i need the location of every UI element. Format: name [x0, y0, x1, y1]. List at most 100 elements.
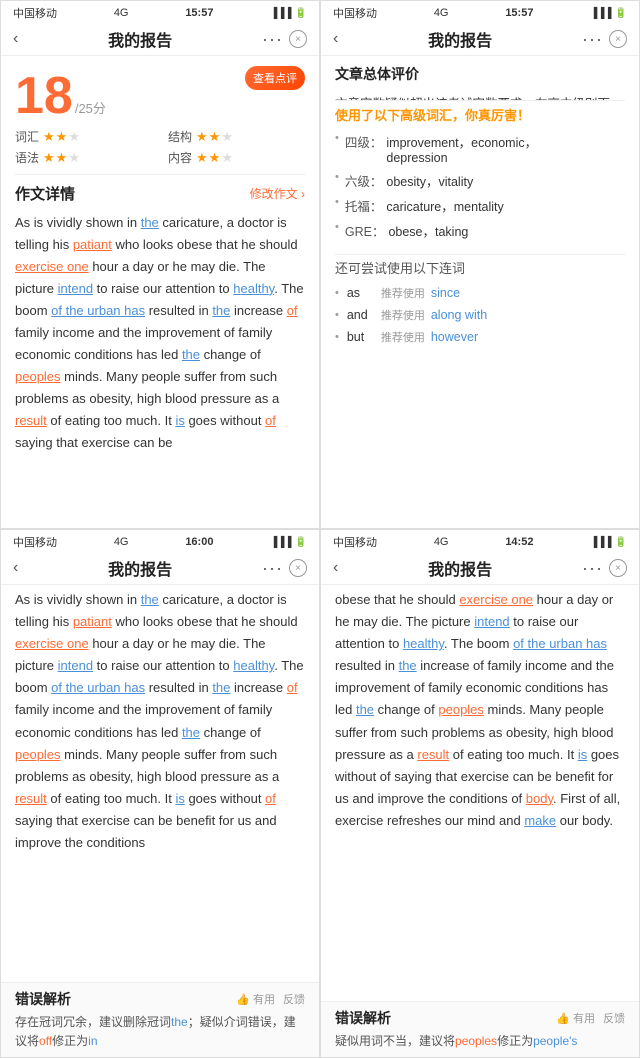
close-button-tl[interactable]: × [289, 30, 307, 48]
nav-left-bl: ‹ [13, 559, 18, 577]
essay-bl-13: goes without [185, 791, 265, 806]
bullet-icon-but: • [335, 331, 339, 343]
error-highlight-the-bl: the [171, 1015, 188, 1029]
essay-bl-10: change of [200, 725, 261, 740]
star2: ★ [209, 150, 221, 166]
screen-bottom-right: 中国移动 4G 14:52 ▐▐▐ 🔋 ‹ 我的报告 ··· × obese t… [320, 529, 640, 1058]
nav-bar-tr: ‹ 我的报告 ··· × [321, 23, 639, 56]
vocab-words-toefl: caricature，mentality [386, 196, 503, 215]
conn-word-and: and [347, 308, 375, 322]
back-button-br[interactable]: ‹ [333, 559, 338, 577]
status-icons-tr: ▐▐▐ 🔋 [590, 8, 627, 19]
check-review-button[interactable]: 查看点评 [245, 66, 305, 90]
more-button-tr[interactable]: ··· [582, 29, 603, 50]
carrier-bl: 中国移动 [13, 534, 57, 550]
nav-left-tl: ‹ [13, 30, 18, 48]
status-bar-bl: 中国移动 4G 16:00 ▐▐▐ 🔋 [1, 530, 319, 552]
back-button-tl[interactable]: ‹ [13, 30, 18, 48]
metric-vocab: 词汇 ★ ★ ★ [15, 128, 152, 145]
essay-bl-healthy: healthy [233, 658, 274, 673]
battery-icon-tl: 🔋 [295, 8, 307, 19]
more-button-bl[interactable]: ··· [262, 558, 283, 579]
screen-bottom-left: 中国移动 4G 16:00 ▐▐▐ 🔋 ‹ 我的报告 ··· × As is v… [0, 529, 320, 1058]
page-title-bl: 我的报告 [108, 556, 172, 580]
essay-text-part1: As is vividly shown in [15, 215, 141, 230]
close-button-tr[interactable]: × [609, 30, 627, 48]
vocab-level-6: 六级： [345, 171, 383, 190]
modify-essay-button[interactable]: 修改作文 › [250, 185, 305, 202]
carrier-tr: 中国移动 [333, 5, 377, 21]
feedback-button-br[interactable]: 反馈 [603, 1010, 625, 1026]
close-button-bl[interactable]: × [289, 559, 307, 577]
essay-br-the: the [399, 658, 417, 673]
vocab-section: 使用了以下高级词汇，你真厉害！ • 四级： improvement，econom… [321, 101, 639, 254]
essay-bl-exercise: exercise one [15, 636, 89, 651]
essay-text-part14: saying that exercise can be [15, 435, 173, 450]
status-icons-tl: ▐▐▐ 🔋 [270, 8, 307, 19]
back-button-bl[interactable]: ‹ [13, 559, 18, 577]
useful-button-bl[interactable]: 👍 有用 [236, 991, 275, 1007]
essay-bl-the2: the [212, 680, 230, 695]
essay-error-healthy: healthy [233, 281, 274, 296]
star1: ★ [43, 129, 55, 145]
bullet-icon-gre: • [335, 221, 339, 233]
useful-button-br[interactable]: 👍 有用 [556, 1010, 595, 1026]
error-title-bl: 错误解析 [15, 989, 71, 1009]
overall-text: 文章字数疑似超出该考试字数要求；在高中级别下，有一定词汇积累，能使用少量高级词汇… [321, 88, 639, 100]
star2: ★ [56, 129, 68, 145]
vocab-item-6: • 六级： obesity，vitality [335, 171, 625, 190]
essay-bl-7: resulted in [145, 680, 212, 695]
essay-br-9: of eating too much. It [449, 747, 578, 762]
essay-br-1: obese that he should [335, 592, 459, 607]
essay-br-12: our body. [556, 813, 613, 828]
essay-br-intend: intend [474, 614, 509, 629]
error-actions-br: 👍 有用 反馈 [556, 1010, 625, 1026]
essay-br-peoples: peoples [438, 702, 484, 717]
page-title-br: 我的报告 [428, 556, 492, 580]
star3: ★ [68, 129, 80, 145]
score-number: 18 [15, 70, 73, 122]
more-button-br[interactable]: ··· [582, 558, 603, 579]
essay-error-result: result [15, 413, 47, 428]
close-icon-bl: × [295, 563, 301, 574]
essay-bl-the3: the [182, 725, 200, 740]
essay-br-healthy: healthy [403, 636, 444, 651]
error-text-3-bl: 修正为 [52, 1034, 88, 1048]
error-text-br: 疑似用词不当，建议将peoples修正为people's [335, 1032, 625, 1051]
essay-br-5: resulted in [335, 658, 399, 673]
nav-left-br: ‹ [333, 559, 338, 577]
conn-suggested-and: along with [431, 308, 487, 322]
time-tr: 15:57 [505, 7, 533, 19]
vocab-item-4: • 四级： improvement，economic，depression [335, 132, 625, 165]
vocab-item-gre: • GRE： obese，taking [335, 221, 625, 240]
score-section: 查看点评 18 /25分 词汇 ★ ★ ★ 结构 ★ [1, 56, 319, 174]
essay-text-part10: change of [200, 347, 261, 362]
essay-error-patiant: patiant [73, 237, 112, 252]
star1: ★ [43, 150, 55, 166]
battery-icon-br: 🔋 [615, 537, 627, 548]
essay-text-part3: who looks obese that he should [112, 237, 298, 252]
essay-bl-the1: the [141, 592, 159, 607]
close-button-br[interactable]: × [609, 559, 627, 577]
error-header-bl: 错误解析 👍 有用 反馈 [15, 989, 305, 1009]
connector-but: • but 推荐使用 however [335, 329, 625, 345]
more-button-tl[interactable]: ··· [262, 29, 283, 50]
bullet-icon-toefl: • [335, 196, 339, 208]
essay-bl-peoples: peoples [15, 747, 61, 762]
conn-recommend-and: 推荐使用 [381, 307, 425, 323]
back-button-tr[interactable]: ‹ [333, 30, 338, 48]
essay-error-intend: intend [58, 281, 93, 296]
error-section-br: 错误解析 👍 有用 反馈 疑似用词不当，建议将peoples修正为people'… [321, 1001, 639, 1057]
metric-structure-label: 结构 [168, 128, 192, 145]
error-actions-bl: 👍 有用 反馈 [236, 991, 305, 1007]
time-br: 14:52 [505, 536, 533, 548]
feedback-button-bl[interactable]: 反馈 [283, 991, 305, 1007]
network-tl: 4G [114, 7, 129, 19]
bullet-icon-4: • [335, 132, 339, 144]
connector-section: 还可尝试使用以下连词 • as 推荐使用 since • and 推荐使用 al… [321, 254, 639, 359]
essay-br-make: make [524, 813, 556, 828]
metric-structure: 结构 ★ ★ ★ [168, 128, 305, 145]
conn-suggested-as: since [431, 286, 460, 300]
connector-and: • and 推荐使用 along with [335, 307, 625, 323]
essay-bl-14: saying that exercise can be benefit for … [15, 813, 277, 850]
